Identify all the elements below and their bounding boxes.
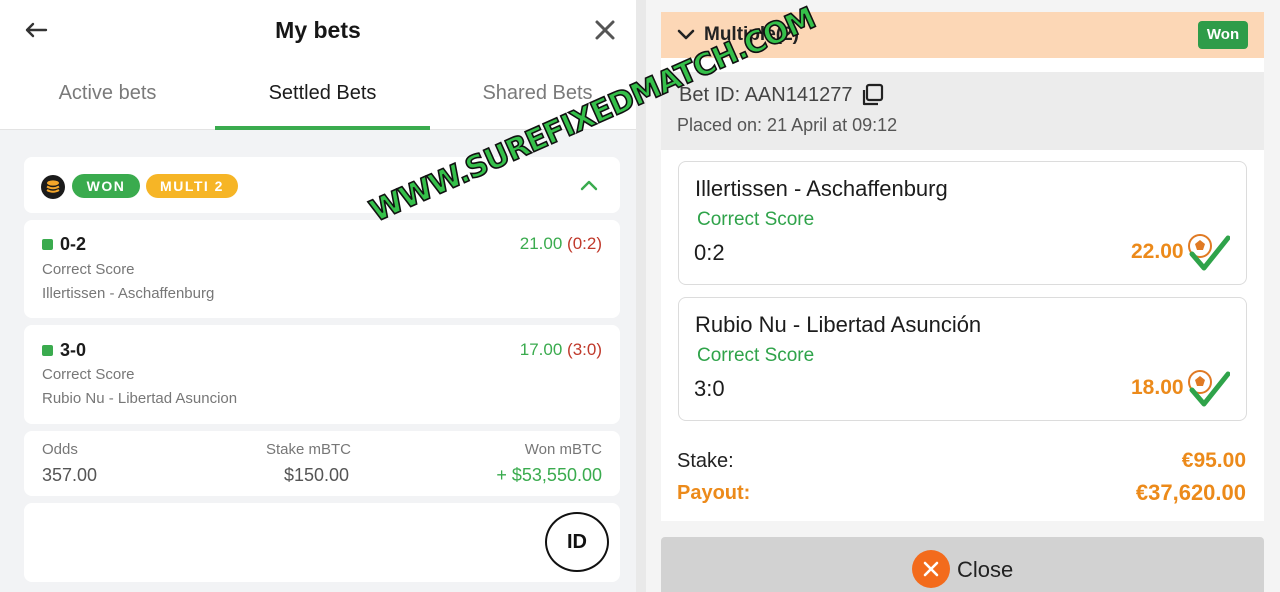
selection-market: Correct Score <box>42 366 135 383</box>
stake-value: €95.00 <box>1181 449 1246 472</box>
stake-value: $150.00 <box>284 465 350 485</box>
active-tab-indicator <box>215 126 430 130</box>
selection-score: 0:2 <box>694 240 725 265</box>
bet-card-header[interactable]: WON MULTI 2 <box>24 157 620 213</box>
final-score: (3:0) <box>567 340 602 359</box>
selection-odds: 18.00 <box>1131 376 1184 399</box>
list-item: Illertissen - Aschaffenburg Correct Scor… <box>678 161 1247 285</box>
coin-stack-icon <box>41 175 65 199</box>
status-badge: Won <box>1198 21 1248 49</box>
list-item: 0-2 21.00 (0:2) Correct Score Illertisse… <box>24 220 620 318</box>
chevron-down-icon[interactable] <box>677 28 695 40</box>
my-bets-header: My bets Active bets Settled Bets Shared … <box>0 0 636 130</box>
selection-market: Correct Score <box>42 261 135 278</box>
selection-match: Rubio Nu - Libertad Asuncion <box>42 390 238 407</box>
bet-info: Bet ID: AAN141277 Placed on: 21 April at… <box>661 72 1264 150</box>
stake-label: Stake: <box>677 450 734 472</box>
selection-odds: 17.00 (3:0) <box>520 340 602 360</box>
selection-score: 3:0 <box>694 376 725 401</box>
status-dot <box>42 239 53 250</box>
payout-value: €37,620.00 <box>1135 480 1246 505</box>
selection-match: Illertissen - Aschaffenburg <box>695 176 948 201</box>
close-label: Close <box>957 557 1014 582</box>
bet-summary: Odds 357.00 Stake mBTC $150.00 Won mBTC … <box>24 431 620 496</box>
list-item: 3-0 17.00 (3:0) Correct Score Rubio Nu -… <box>24 325 620 424</box>
bet-id-card: ID <box>24 503 620 582</box>
payout-label: Payout: <box>677 482 751 504</box>
selection-pick: 0-2 <box>60 234 87 254</box>
copy-icon[interactable] <box>860 82 886 108</box>
bet-id: Bet ID: AAN141277 <box>679 84 853 106</box>
odds-value: 21.00 <box>519 234 563 253</box>
chevron-up-icon[interactable] <box>580 179 598 191</box>
odds-label: Odds <box>42 441 78 458</box>
selection-pick: 3-0 <box>60 340 87 360</box>
final-score: (0:2) <box>567 234 602 253</box>
bet-slip-panel: Multiple(2) Won Bet ID: AAN141277 Placed… <box>646 0 1280 592</box>
won-value: + $53,550.00 <box>496 465 602 485</box>
selection-match: Rubio Nu - Libertad Asunción <box>695 312 982 337</box>
tab-active-bets[interactable]: Active bets <box>0 82 215 112</box>
close-icon[interactable] <box>592 17 618 43</box>
my-bets-panel: My bets Active bets Settled Bets Shared … <box>0 0 636 592</box>
total-odds: 357.00 <box>42 465 98 485</box>
multi-badge: MULTI 2 <box>146 174 238 198</box>
selection-odds: 21.00 (0:2) <box>520 234 602 254</box>
tab-settled-bets[interactable]: Settled Bets <box>215 82 430 112</box>
stake-label: Stake mBTC <box>266 441 352 458</box>
close-button[interactable]: Close <box>661 537 1264 592</box>
soccer-ball-check-icon <box>1188 234 1230 271</box>
bet-details: Bet ID: AAN141277 Placed on: 21 April at… <box>661 58 1264 521</box>
selection-market: Correct Score <box>697 209 815 230</box>
won-badge: WON <box>72 174 140 198</box>
selection-match: Illertissen - Aschaffenburg <box>42 285 215 302</box>
won-label: Won mBTC <box>524 441 602 458</box>
soccer-ball-check-icon <box>1188 370 1230 407</box>
list-item: Rubio Nu - Libertad Asunción Correct Sco… <box>678 297 1247 421</box>
page-title: My bets <box>275 17 361 43</box>
selection-odds: 22.00 <box>1131 240 1184 263</box>
placed-date: Placed on: 21 April at 09:12 <box>677 115 898 135</box>
close-circle-icon[interactable] <box>912 550 950 588</box>
selection-market: Correct Score <box>697 345 815 366</box>
odds-value: 17.00 <box>519 340 563 359</box>
id-button[interactable]: ID <box>545 512 609 572</box>
status-dot <box>42 345 53 356</box>
